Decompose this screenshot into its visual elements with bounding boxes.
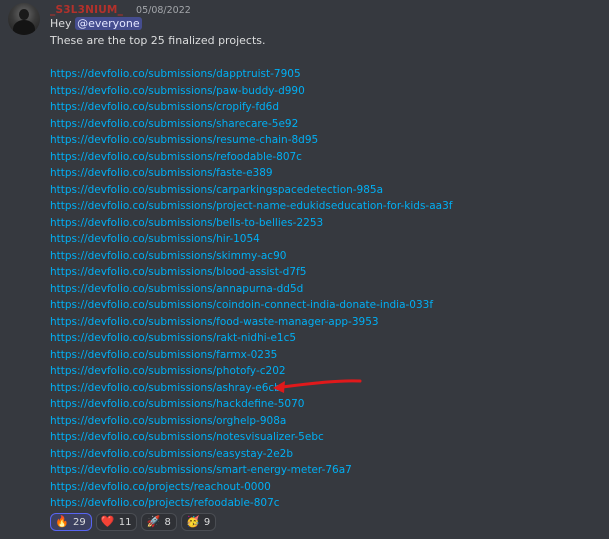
link-list-item: https://devfolio.co/submissions/hir-1054 [50,231,452,248]
reaction-button[interactable]: 🚀 8 [141,513,177,531]
link-list-item: https://devfolio.co/submissions/notesvis… [50,429,452,446]
link-list-item: https://devfolio.co/submissions/annapurn… [50,281,452,298]
link-list-item: https://devfolio.co/projects/reachout-00… [50,479,452,496]
link-list-item: https://devfolio.co/projects/refoodable-… [50,495,452,512]
rocket-icon: 🚀 [146,515,161,528]
link-list-item: https://devfolio.co/submissions/easystay… [50,446,452,463]
link-list-item: https://devfolio.co/submissions/smart-en… [50,462,452,479]
link-list-item: https://devfolio.co/submissions/resume-c… [50,132,452,149]
intro-text: These are the top 25 finalized projects. [50,34,266,47]
submission-link[interactable]: https://devfolio.co/submissions/hackdefi… [50,398,304,410]
reaction-button[interactable]: 🥳 9 [180,513,217,531]
submission-link[interactable]: https://devfolio.co/submissions/project-… [50,200,452,212]
link-list-item: https://devfolio.co/submissions/faste-e3… [50,165,452,182]
link-list-item: https://devfolio.co/submissions/photofy-… [50,363,452,380]
link-list-item: https://devfolio.co/submissions/carparki… [50,182,452,199]
avatar[interactable] [8,3,40,35]
submission-link[interactable]: https://devfolio.co/submissions/hir-1054 [50,233,260,245]
link-list-item: https://devfolio.co/submissions/skimmy-a… [50,248,452,265]
submission-link[interactable]: https://devfolio.co/submissions/smart-en… [50,464,352,476]
red-arrow-annotation [273,379,362,393]
submission-link[interactable]: https://devfolio.co/submissions/paw-budd… [50,85,305,97]
arrow-shaft [280,379,362,389]
party-face-icon: 🥳 [185,515,200,528]
submission-link[interactable]: https://devfolio.co/submissions/bells-to… [50,217,323,229]
submission-link[interactable]: https://devfolio.co/submissions/food-was… [50,316,379,328]
submission-link[interactable]: https://devfolio.co/projects/reachout-00… [50,481,271,493]
submission-link[interactable]: https://devfolio.co/submissions/notesvis… [50,431,324,443]
submission-link[interactable]: https://devfolio.co/submissions/cropify-… [50,101,279,113]
author-name[interactable]: _S3L3NIUM_ [50,4,123,16]
reaction-count: 11 [118,516,132,528]
submission-link[interactable]: https://devfolio.co/submissions/refoodab… [50,151,302,163]
avatar-shoulders [13,20,35,35]
link-list-item: https://devfolio.co/submissions/blood-as… [50,264,452,281]
submission-link[interactable]: https://devfolio.co/submissions/carparki… [50,184,383,196]
submission-link[interactable]: https://devfolio.co/submissions/faste-e3… [50,167,273,179]
submission-link[interactable]: https://devfolio.co/submissions/easystay… [50,448,293,460]
submission-link[interactable]: https://devfolio.co/submissions/dapptrui… [50,68,301,80]
reaction-bar: 🔥 29 ❤️ 11 🚀 8 🥳 9 [50,513,217,531]
submission-link[interactable]: https://devfolio.co/submissions/resume-c… [50,134,318,146]
link-list-item: https://devfolio.co/submissions/rakt-nid… [50,330,452,347]
everyone-mention[interactable]: @everyone [75,17,142,30]
reaction-count: 8 [164,516,171,528]
submission-link[interactable]: https://devfolio.co/submissions/ashray-e… [50,382,281,394]
submission-link[interactable]: https://devfolio.co/submissions/blood-as… [50,266,306,278]
submission-link[interactable]: https://devfolio.co/submissions/orghelp-… [50,415,286,427]
fire-icon: 🔥 [55,515,69,528]
reaction-button[interactable]: 🔥 29 [50,513,92,531]
link-list-item: https://devfolio.co/submissions/ashray-e… [50,380,452,397]
link-list-item: https://devfolio.co/submissions/cropify-… [50,99,452,116]
link-list-item: https://devfolio.co/submissions/food-was… [50,314,452,331]
message-timestamp: 05/08/2022 [136,5,191,16]
greeting-text: Hey [50,17,72,30]
link-list-item: https://devfolio.co/submissions/bells-to… [50,215,452,232]
link-list-item: https://devfolio.co/submissions/coindoin… [50,297,452,314]
heart-icon: ❤️ [100,515,115,528]
submission-link[interactable]: https://devfolio.co/submissions/annapurn… [50,283,303,295]
chat-message: _S3L3NIUM_ 05/08/2022 Hey @everyone Thes… [0,0,609,539]
link-list-item: https://devfolio.co/submissions/refoodab… [50,149,452,166]
greeting-line: Hey @everyone [50,16,142,32]
submission-link[interactable]: https://devfolio.co/submissions/coindoin… [50,299,433,311]
link-list-item: https://devfolio.co/submissions/orghelp-… [50,413,452,430]
link-list-item: https://devfolio.co/submissions/project-… [50,198,452,215]
link-list-item: https://devfolio.co/submissions/sharecar… [50,116,452,133]
submission-link[interactable]: https://devfolio.co/projects/refoodable-… [50,497,280,509]
link-list-item: https://devfolio.co/submissions/dapptrui… [50,66,452,83]
submission-link[interactable]: https://devfolio.co/submissions/photofy-… [50,365,286,377]
submission-link[interactable]: https://devfolio.co/submissions/sharecar… [50,118,298,130]
arrow-head [273,381,285,393]
avatar-head [19,9,29,20]
link-list: https://devfolio.co/submissions/dapptrui… [50,66,452,512]
link-list-item: https://devfolio.co/submissions/hackdefi… [50,396,452,413]
submission-link[interactable]: https://devfolio.co/submissions/farmx-02… [50,349,277,361]
submission-link[interactable]: https://devfolio.co/submissions/skimmy-a… [50,250,286,262]
submission-link[interactable]: https://devfolio.co/submissions/rakt-nid… [50,332,296,344]
reaction-button[interactable]: ❤️ 11 [95,513,138,531]
reaction-count: 29 [73,516,86,528]
reaction-count: 9 [203,516,211,528]
link-list-item: https://devfolio.co/submissions/farmx-02… [50,347,452,364]
link-list-item: https://devfolio.co/submissions/paw-budd… [50,83,452,100]
